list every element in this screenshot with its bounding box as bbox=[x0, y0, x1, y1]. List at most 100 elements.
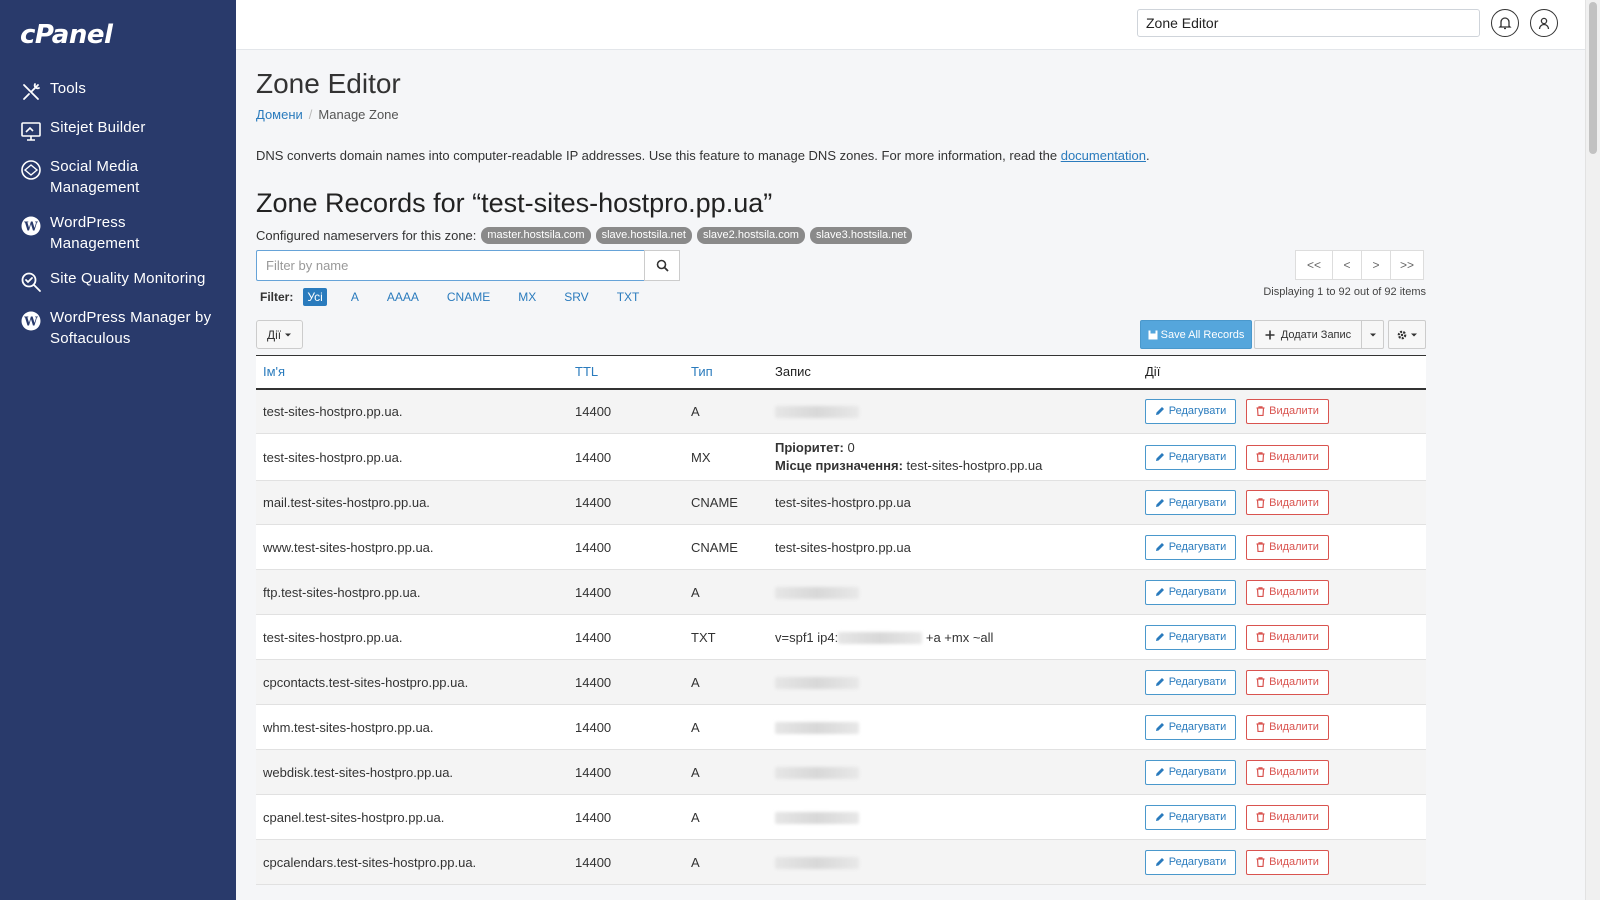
record-actions: Редагувати Видалити bbox=[1138, 480, 1426, 525]
filter-mx[interactable]: MX bbox=[514, 288, 540, 306]
record-name: cpanel.test-sites-hostpro.pp.ua. bbox=[256, 794, 568, 840]
record-ttl: 14400 bbox=[568, 614, 684, 660]
record-type: A bbox=[684, 794, 768, 840]
pager-next[interactable]: > bbox=[1361, 250, 1391, 280]
caret-down-icon bbox=[1411, 333, 1417, 336]
breadcrumb-domains-link[interactable]: Домени bbox=[256, 107, 303, 122]
sidebar-item-tools[interactable]: Tools bbox=[0, 78, 236, 103]
record-name: mail.test-sites-hostpro.pp.ua. bbox=[256, 480, 568, 525]
pencil-icon bbox=[1155, 588, 1164, 596]
pager-prev[interactable]: < bbox=[1332, 250, 1362, 280]
edit-record-button[interactable]: Редагувати bbox=[1145, 714, 1236, 740]
table-row: cpcontacts.test-sites-hostpro.pp.ua. 1440… bbox=[256, 659, 1426, 705]
column-header-ttl[interactable]: TTL bbox=[568, 355, 684, 390]
record-value bbox=[768, 794, 1138, 840]
add-record-dropdown-toggle[interactable] bbox=[1361, 320, 1384, 349]
filter-srv[interactable]: SRV bbox=[560, 288, 592, 306]
edit-label: Редагувати bbox=[1168, 405, 1227, 418]
pencil-icon bbox=[1155, 768, 1164, 776]
edit-record-button[interactable]: Редагувати bbox=[1145, 804, 1236, 830]
sidebar: cPanel Tools Sitejet Builder Social Medi… bbox=[0, 0, 236, 900]
delete-record-button[interactable]: Видалити bbox=[1246, 444, 1329, 470]
trash-icon bbox=[1256, 452, 1265, 462]
edit-record-button[interactable]: Редагувати bbox=[1145, 579, 1236, 605]
nameserver-badge: slave2.hostsila.com bbox=[696, 227, 805, 244]
page-scrollbar[interactable] bbox=[1585, 0, 1600, 900]
column-header-name[interactable]: Ім'я bbox=[256, 355, 568, 390]
sidebar-item-wordpress-management[interactable]: W WordPress Management bbox=[0, 212, 236, 254]
edit-label: Редагувати bbox=[1168, 541, 1227, 553]
documentation-link[interactable]: documentation bbox=[1061, 148, 1146, 163]
record-name: test-sites-hostpro.pp.ua. bbox=[256, 433, 568, 481]
trash-icon bbox=[1256, 677, 1265, 687]
save-all-records-button[interactable]: Save All Records bbox=[1140, 320, 1252, 349]
redacted-ip bbox=[775, 767, 859, 780]
edit-record-button[interactable]: Редагувати bbox=[1145, 490, 1236, 515]
record-name: www.test-sites-hostpro.pp.ua. bbox=[256, 524, 568, 570]
wordpress-icon: W bbox=[21, 311, 41, 331]
delete-record-button[interactable]: Видалити bbox=[1246, 579, 1329, 605]
mx-priority-value: 0 bbox=[847, 440, 855, 455]
redacted-ip bbox=[775, 406, 859, 419]
filter-aaaa[interactable]: AAAA bbox=[383, 288, 423, 306]
column-header-type[interactable]: Тип bbox=[684, 355, 768, 390]
nameservers-label: Configured nameservers for this zone: bbox=[256, 228, 477, 243]
edit-record-button[interactable]: Редагувати bbox=[1145, 444, 1236, 470]
delete-record-button[interactable]: Видалити bbox=[1246, 759, 1329, 785]
pagination: << < > >> bbox=[1295, 250, 1424, 280]
sidebar-item-social-media[interactable]: Social Media Management bbox=[0, 156, 236, 198]
pagination-info: Displaying 1 to 92 out of 92 items bbox=[1263, 286, 1426, 298]
search-input[interactable] bbox=[1137, 9, 1480, 37]
record-ttl: 14400 bbox=[568, 433, 684, 481]
delete-record-button[interactable]: Видалити bbox=[1246, 714, 1329, 740]
redacted-ip bbox=[775, 677, 859, 690]
pager-first[interactable]: << bbox=[1295, 250, 1333, 280]
pager-last[interactable]: >> bbox=[1390, 250, 1424, 280]
delete-record-button[interactable]: Видалити bbox=[1246, 490, 1329, 515]
delete-record-button[interactable]: Видалити bbox=[1246, 849, 1329, 875]
sidebar-item-wordpress-softaculous[interactable]: W WordPress Manager by Softaculous bbox=[0, 307, 236, 349]
record-type: A bbox=[684, 704, 768, 750]
edit-record-button[interactable]: Редагувати bbox=[1145, 624, 1236, 650]
edit-record-button[interactable]: Редагувати bbox=[1145, 398, 1236, 424]
edit-record-button[interactable]: Редагувати bbox=[1145, 849, 1236, 875]
trash-icon bbox=[1256, 767, 1265, 777]
edit-record-button[interactable]: Редагувати bbox=[1145, 534, 1236, 560]
delete-record-button[interactable]: Видалити bbox=[1246, 534, 1329, 560]
filter-all[interactable]: Усі bbox=[303, 288, 327, 306]
filter-cname[interactable]: CNAME bbox=[443, 288, 494, 306]
delete-record-button[interactable]: Видалити bbox=[1246, 669, 1329, 695]
delete-record-button[interactable]: Видалити bbox=[1246, 398, 1329, 424]
delete-record-button[interactable]: Видалити bbox=[1246, 624, 1329, 650]
record-actions: Редагувати Видалити bbox=[1138, 614, 1426, 660]
record-type: CNAME bbox=[684, 480, 768, 525]
edit-record-button[interactable]: Редагувати bbox=[1145, 759, 1236, 785]
nameserver-badge: master.hostsila.com bbox=[481, 227, 591, 244]
delete-label: Видалити bbox=[1269, 766, 1319, 778]
cpanel-logo[interactable]: cPanel bbox=[20, 20, 113, 50]
page-description: DNS converts domain names into computer-… bbox=[256, 148, 1150, 163]
sidebar-item-site-quality[interactable]: Site Quality Monitoring bbox=[0, 268, 236, 293]
add-record-label: Додати Запис bbox=[1280, 328, 1352, 341]
filter-by-name-input[interactable] bbox=[256, 250, 678, 281]
sidebar-item-sitejet[interactable]: Sitejet Builder bbox=[0, 117, 236, 142]
filter-txt[interactable]: TXT bbox=[613, 288, 644, 306]
filter-a[interactable]: A bbox=[347, 288, 363, 306]
notifications-button[interactable] bbox=[1491, 9, 1519, 37]
bulk-actions-dropdown[interactable]: Дії bbox=[256, 320, 304, 349]
monitor-icon bbox=[21, 122, 41, 141]
description-text: DNS converts domain names into computer-… bbox=[256, 148, 1058, 163]
edit-record-button[interactable]: Редагувати bbox=[1145, 669, 1236, 695]
settings-dropdown[interactable] bbox=[1388, 320, 1426, 349]
table-header-row: Ім'я TTL Тип Запис Дії bbox=[256, 355, 1426, 390]
scrollbar-thumb[interactable] bbox=[1589, 2, 1597, 154]
filter-search-button[interactable] bbox=[644, 250, 680, 281]
page-title: Zone Editor bbox=[256, 68, 401, 99]
pencil-icon bbox=[1155, 633, 1164, 641]
add-record-button[interactable]: Додати Запис bbox=[1254, 320, 1362, 349]
user-menu-button[interactable] bbox=[1530, 9, 1558, 37]
pencil-icon bbox=[1155, 858, 1164, 866]
pencil-icon bbox=[1155, 543, 1164, 551]
delete-record-button[interactable]: Видалити bbox=[1246, 804, 1329, 830]
record-ttl: 14400 bbox=[568, 659, 684, 705]
